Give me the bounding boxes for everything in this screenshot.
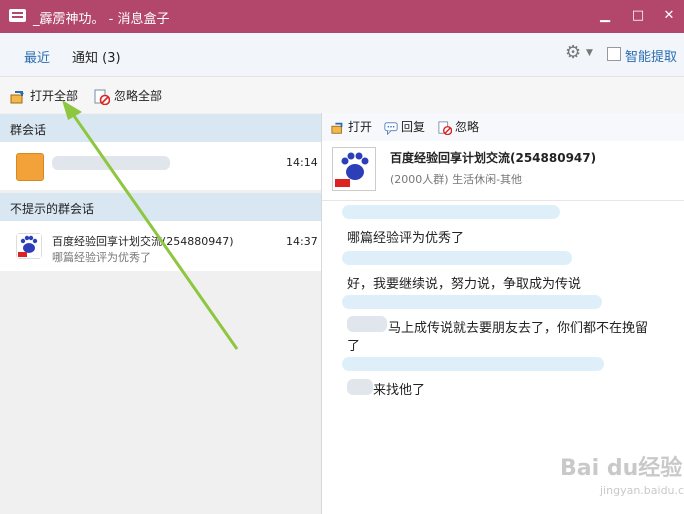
watermark-logo: Bai du经验 xyxy=(560,456,683,481)
watermark-url: jingyan.baidu.com xyxy=(600,484,684,497)
annotation-arrow xyxy=(62,100,239,350)
message-box-window: _霹雳神功。 - 消息盒子 ▁ □ ✕ 最近 通知 (3) ⚙ ▼ 智能提取 打… xyxy=(0,0,684,514)
